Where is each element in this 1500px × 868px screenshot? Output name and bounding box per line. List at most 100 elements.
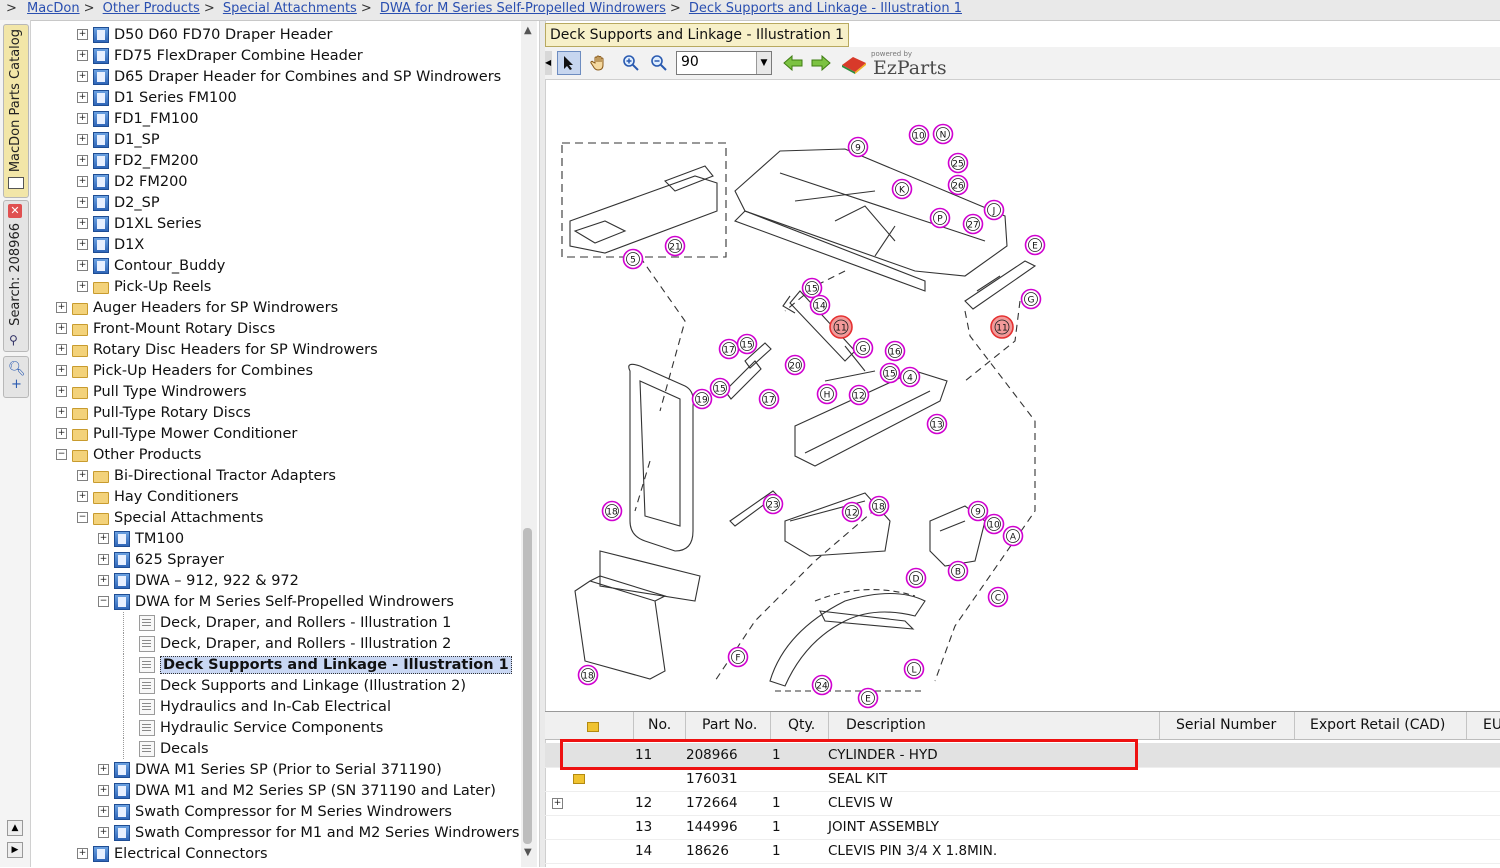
callout-13[interactable]: 13 [926,413,948,435]
col-description[interactable]: Description [829,712,1160,739]
expand-toggle-icon[interactable]: + [56,428,67,439]
zoom-out-icon[interactable] [647,51,671,75]
tree-item[interactable]: Deck, Draper, and Rollers - Illustration… [119,633,451,654]
col-serial-number[interactable]: Serial Number [1160,712,1295,739]
col-qty[interactable]: Qty. [771,712,829,739]
callout-c[interactable]: C [987,586,1009,608]
tree-item[interactable]: Deck Supports and Linkage - Illustration… [119,654,512,675]
tree-item[interactable]: + D2 FM200 [77,171,188,192]
expand-toggle-icon[interactable]: + [77,218,88,229]
collapse-toggle-icon[interactable]: − [98,596,109,607]
tree-item[interactable]: + D1_SP [77,129,160,150]
callout-24[interactable]: 24 [811,674,833,696]
zoom-in-icon[interactable] [619,51,643,75]
expand-toggle-icon[interactable]: + [56,407,67,418]
select-arrow-icon[interactable] [557,51,581,75]
kit-icon[interactable] [573,774,585,784]
callout-14[interactable]: 14 [809,294,831,316]
expand-toggle-icon[interactable]: + [77,239,88,250]
tree-item[interactable]: − Other Products [56,444,201,465]
pan-hand-icon[interactable] [587,51,611,75]
expand-toggle-icon[interactable]: + [77,848,88,859]
expand-toggle-icon[interactable]: + [77,134,88,145]
tree-item[interactable]: + FD2_FM200 [77,150,199,171]
col-export-retail[interactable]: Export Retail (CAD) [1295,712,1467,739]
callout-18[interactable]: 18 [601,500,623,522]
forward-arrow-icon[interactable] [809,51,833,75]
callout-a[interactable]: A [1002,525,1024,547]
callout-n[interactable]: N [932,123,954,145]
tab-zoom-search[interactable]: 🔍︎ + [3,356,29,398]
expand-toggle-icon[interactable]: + [77,50,88,61]
tree-item[interactable]: + Swath Compressor for M1 and M2 Series W… [98,822,519,843]
tree-item[interactable]: + D1XL Series [77,213,202,234]
tree-item[interactable]: + Rotary Disc Headers for SP Windrowers [56,339,378,360]
callout-18[interactable]: 18 [577,664,599,686]
tab-illustration[interactable]: Deck Supports and Linkage - Illustration… [545,23,850,47]
expand-toggle-icon[interactable]: + [77,260,88,271]
tree-item[interactable]: +625 Sprayer [98,549,224,570]
expand-toggle-icon[interactable]: + [98,764,109,775]
expand-toggle-icon[interactable]: + [77,155,88,166]
close-tab-icon[interactable]: ✕ [8,204,22,218]
callout-21[interactable]: 21 [664,235,686,257]
callout-16[interactable]: 16 [884,340,906,362]
parts-row[interactable]: 11 208966 1 CYLINDER - HYD [545,743,1500,768]
tree-item[interactable]: + D65 Draper Header for Combines and SP W… [77,66,501,87]
tree-item[interactable]: + Pull-Type Rotary Discs [56,402,251,423]
tree-item[interactable]: + Auger Headers for SP Windrowers [56,297,338,318]
expand-toggle-icon[interactable]: + [98,533,109,544]
tree-item[interactable]: + D2_SP [77,192,160,213]
callout-g[interactable]: G [852,337,874,359]
tree-item[interactable]: + D50 D60 FD70 Draper Header [77,24,333,45]
callout-k[interactable]: K [891,178,913,200]
callout-h[interactable]: H [816,383,838,405]
toolbar-collapse-handle[interactable]: ◀ [545,51,552,75]
tree-item[interactable]: + Hay Conditioners [77,486,239,507]
tree-item[interactable]: + DWA M1 Series SP (Prior to Serial 37119… [98,759,442,780]
expand-toggle-icon[interactable]: + [77,113,88,124]
tree-item[interactable]: + DWA M1 and M2 Series SP (SN 371190 and … [98,780,496,801]
expand-row-icon[interactable]: + [552,798,563,809]
tree-item[interactable]: + Pull-Type Mower Conditioner [56,423,297,444]
back-arrow-icon[interactable] [781,51,805,75]
breadcrumb-link-macdon[interactable]: MacDon [27,1,80,16]
tree-item[interactable]: + FD1_FM100 [77,108,199,129]
tree-item[interactable]: + Contour_Buddy [77,255,225,276]
callout-12[interactable]: 12 [848,384,870,406]
expand-toggle-icon[interactable]: + [98,785,109,796]
expand-toggle-icon[interactable]: + [56,302,67,313]
callout-15[interactable]: 15 [709,377,731,399]
tree-item[interactable]: + Bi-Directional Tractor Adapters [77,465,336,486]
expand-toggle-icon[interactable]: + [98,827,109,838]
callout-12[interactable]: 12 [841,501,863,523]
collapse-toggle-icon[interactable]: − [77,512,88,523]
col-part-no[interactable]: Part No. [686,712,771,739]
zoom-select[interactable]: 90 ▼ [676,51,772,75]
parts-row[interactable]: +12 172664 1 CLEVIS W [545,791,1500,816]
callout-5[interactable]: 5 [622,248,644,270]
callout-25[interactable]: 25 [947,152,969,174]
callout-20[interactable]: 20 [784,354,806,376]
breadcrumb-link-special-attachments[interactable]: Special Attachments [223,1,357,16]
breadcrumb-link-other-products[interactable]: Other Products [103,1,200,16]
breadcrumb-link-current[interactable]: Deck Supports and Linkage - Illustration… [689,1,962,16]
tree-item[interactable]: + Front-Mount Rotary Discs [56,318,275,339]
callout-15[interactable]: 15 [879,362,901,384]
callout-11[interactable]: 11 [829,315,853,339]
expand-toggle-icon[interactable]: + [77,197,88,208]
callout-17[interactable]: 17 [718,338,740,360]
callout-17[interactable]: 17 [758,388,780,410]
tree-item[interactable]: + TM100 [98,528,184,549]
parts-row[interactable]: 14 18626 1 CLEVIS PIN 3/4 X 1.8MIN. [545,839,1500,864]
tree-scrollbar-thumb[interactable] [523,528,532,844]
expand-toggle-icon[interactable]: + [77,176,88,187]
tree-item[interactable]: Hydraulics and In-Cab Electrical [119,696,391,717]
tree-item[interactable]: Hydraulic Service Components [119,717,383,738]
callout-g[interactable]: G [1020,288,1042,310]
scroll-down-arrow-icon[interactable]: ▼ [524,847,532,858]
callout-23[interactable]: 23 [762,493,784,515]
callout-d[interactable]: D [905,567,927,589]
callout-j[interactable]: J [983,199,1005,221]
tab-search[interactable]: ✕ Search: 208966 ⚲ [3,200,29,352]
